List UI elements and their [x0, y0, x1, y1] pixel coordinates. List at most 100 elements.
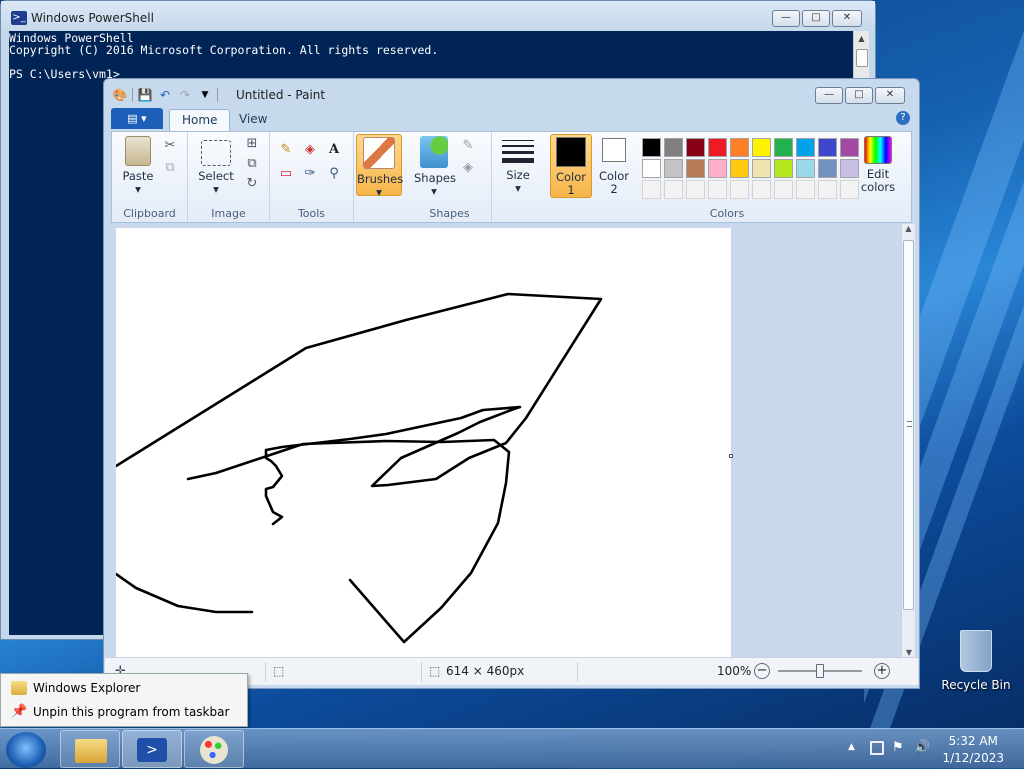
custom-color-slot[interactable] [686, 180, 705, 199]
palette-swatch[interactable] [752, 159, 771, 178]
palette-swatch[interactable] [708, 159, 727, 178]
folder-icon [11, 681, 27, 695]
brushes-button[interactable]: Brushes ▾ [356, 134, 403, 199]
edit-colors-label: Edit [866, 167, 890, 181]
maximize-button[interactable]: □ [802, 10, 830, 27]
scroll-thumb[interactable] [856, 49, 868, 67]
palette-swatch[interactable] [686, 138, 705, 157]
custom-color-slot[interactable] [730, 180, 749, 199]
customize-quick-access-icon[interactable]: ▼ [197, 87, 213, 103]
palette-swatch[interactable] [774, 138, 793, 157]
shape-fill-icon[interactable]: ◈ [458, 158, 478, 178]
palette-swatch[interactable] [796, 159, 815, 178]
clipboard-group: Paste ▾ ✂ ⧉ Clipboard [112, 132, 188, 222]
taskbar-explorer[interactable] [60, 730, 120, 768]
menu-item-unpin[interactable]: 📌 Unpin this program from taskbar [1, 701, 247, 724]
custom-color-slot[interactable] [642, 180, 661, 199]
edit-colors-label-2: colors [860, 180, 896, 194]
zoom-out-button[interactable]: − [754, 663, 770, 679]
fill-icon[interactable]: ◈ [300, 140, 320, 160]
close-button[interactable]: ✕ [832, 10, 862, 27]
canvas-resize-handle[interactable] [729, 454, 733, 458]
shapes-group-label: Shapes [429, 207, 470, 220]
outline-icon[interactable]: ✎ [458, 136, 478, 156]
custom-color-slot[interactable] [664, 180, 683, 199]
palette-swatch[interactable] [664, 138, 683, 157]
file-menu-button[interactable]: ▤ ▾ [111, 108, 163, 129]
zoom-slider[interactable] [778, 664, 862, 678]
palette-swatch[interactable] [686, 159, 705, 178]
resize-icon[interactable]: ⧉ [242, 154, 262, 174]
edit-colors-button[interactable]: Edit colors [856, 136, 900, 194]
palette-swatch[interactable] [818, 138, 837, 157]
paint-title: Untitled - Paint [236, 88, 326, 102]
crop-icon[interactable]: ⊞ [242, 134, 262, 154]
pencil-icon[interactable]: ✎ [276, 140, 296, 160]
undo-icon[interactable]: ↶ [157, 87, 173, 103]
redo-icon[interactable]: ↷ [177, 87, 193, 103]
palette-swatch[interactable] [730, 159, 749, 178]
paste-button[interactable]: Paste ▾ [118, 136, 158, 196]
palette-swatch[interactable] [708, 138, 727, 157]
zoom-in-button[interactable]: + [874, 663, 890, 679]
custom-color-slot[interactable] [752, 180, 771, 199]
palette-swatch[interactable] [730, 138, 749, 157]
brush-icon [363, 137, 395, 169]
help-icon[interactable]: ? [896, 111, 910, 125]
size-label: Size [506, 168, 530, 182]
minimize-button[interactable]: — [772, 10, 800, 27]
palette-swatch[interactable] [796, 138, 815, 157]
color-picker-icon[interactable]: ✑ [300, 164, 320, 184]
magnifier-icon[interactable]: ⚲ [324, 164, 344, 184]
recycle-bin[interactable]: Recycle Bin [940, 630, 1012, 692]
cut-icon[interactable]: ✂ [160, 136, 180, 156]
custom-color-slot[interactable] [818, 180, 837, 199]
custom-color-slot[interactable] [796, 180, 815, 199]
close-button[interactable]: ✕ [875, 87, 905, 104]
taskbar-paint[interactable] [184, 730, 244, 768]
tab-view[interactable]: View [227, 109, 279, 131]
select-button[interactable]: Select ▾ [196, 136, 236, 196]
volume-icon[interactable]: 🔊 [914, 740, 930, 755]
color2-button[interactable]: Color 2 [594, 134, 634, 196]
taskbar-powershell[interactable]: > [122, 730, 182, 768]
network-icon[interactable] [870, 741, 884, 755]
save-icon[interactable]: 💾 [137, 87, 153, 103]
powershell-titlebar[interactable]: >_ Windows PowerShell — □ ✕ [1, 1, 875, 35]
menu-item-windows-explorer[interactable]: Windows Explorer [1, 677, 247, 700]
start-button[interactable] [6, 732, 46, 768]
canvas-scrollbar[interactable]: ▲ ▼ [901, 224, 915, 657]
scroll-up-icon[interactable]: ▲ [902, 224, 915, 233]
text-tool-icon[interactable]: A [324, 140, 344, 160]
custom-color-slot[interactable] [708, 180, 727, 199]
zoom-slider-thumb[interactable] [816, 664, 824, 678]
palette-swatch[interactable] [774, 159, 793, 178]
copy-icon[interactable]: ⧉ [160, 158, 180, 178]
eraser-icon[interactable]: ▭ [276, 164, 296, 184]
size-button[interactable]: Size ▾ [498, 136, 538, 195]
maximize-button[interactable]: □ [845, 87, 873, 104]
drawing-canvas[interactable] [116, 228, 733, 657]
paint-window[interactable]: 🎨 💾 ↶ ↷ ▼ Untitled - Paint — □ ✕ ▤ ▾ Hom… [103, 78, 920, 689]
action-center-icon[interactable]: ⚑ [892, 740, 904, 755]
palette-swatch[interactable] [642, 138, 661, 157]
shapes-button[interactable]: Shapes ▾ [414, 136, 456, 198]
rotate-icon[interactable]: ↻ [242, 174, 262, 194]
canvas-area[interactable] [111, 224, 901, 657]
scroll-up-icon[interactable]: ▲ [854, 31, 869, 47]
tab-home[interactable]: Home [169, 109, 231, 131]
show-hidden-icons[interactable]: ▲ [848, 742, 855, 752]
minimize-button[interactable]: — [815, 87, 843, 104]
custom-color-slot[interactable] [774, 180, 793, 199]
clock[interactable]: 5:32 AM 1/12/2023 [942, 733, 1004, 767]
palette-swatch[interactable] [664, 159, 683, 178]
palette-swatch[interactable] [642, 159, 661, 178]
scroll-down-icon[interactable]: ▼ [902, 648, 916, 657]
image-size-icon: ⬚ [429, 664, 441, 678]
scroll-thumb[interactable] [903, 240, 914, 610]
color1-button[interactable]: Color 1 [550, 134, 592, 198]
palette-swatch[interactable] [818, 159, 837, 178]
palette-swatch[interactable] [752, 138, 771, 157]
shapes-icon [420, 136, 448, 168]
select-icon [201, 140, 231, 166]
